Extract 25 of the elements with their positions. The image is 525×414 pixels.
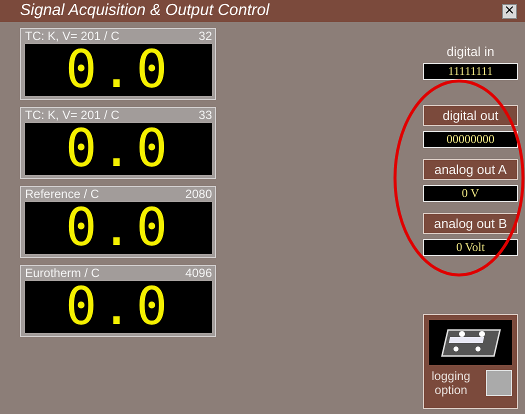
display-label: Reference / C [25, 187, 100, 202]
display-value: 0.0 [66, 281, 172, 333]
channel-number: 32 [198, 29, 212, 44]
channel-number: 2080 [185, 187, 212, 202]
channel-number: 4096 [185, 266, 212, 281]
display-label: TC: K, V= 201 / C [25, 29, 120, 44]
output-button[interactable]: analog out B [423, 213, 518, 234]
display-label: Eurotherm / C [25, 266, 100, 281]
display-value: 0.0 [66, 123, 172, 175]
field-label: digital in [446, 44, 496, 59]
display-value: 0.0 [66, 44, 172, 96]
output-button[interactable]: digital out [423, 105, 518, 126]
window-title: Signal Acquisition & Output Control [20, 2, 270, 20]
output-button[interactable]: analog out A [423, 159, 518, 180]
value-field: 00000000 [423, 131, 518, 148]
value-field: 11111111 [423, 63, 518, 80]
close-button[interactable]: × [502, 4, 517, 18]
logging-checkbox[interactable] [486, 370, 512, 396]
display-value: 0.0 [66, 202, 172, 254]
channel-number: 33 [198, 108, 212, 123]
value-field: 0 V [423, 185, 518, 202]
checkbox-label: logging option [430, 369, 472, 397]
value-field: 0 Volt [423, 239, 518, 256]
cassette-icon [429, 320, 512, 365]
display-label: TC: K, V= 201 / C [25, 108, 120, 123]
